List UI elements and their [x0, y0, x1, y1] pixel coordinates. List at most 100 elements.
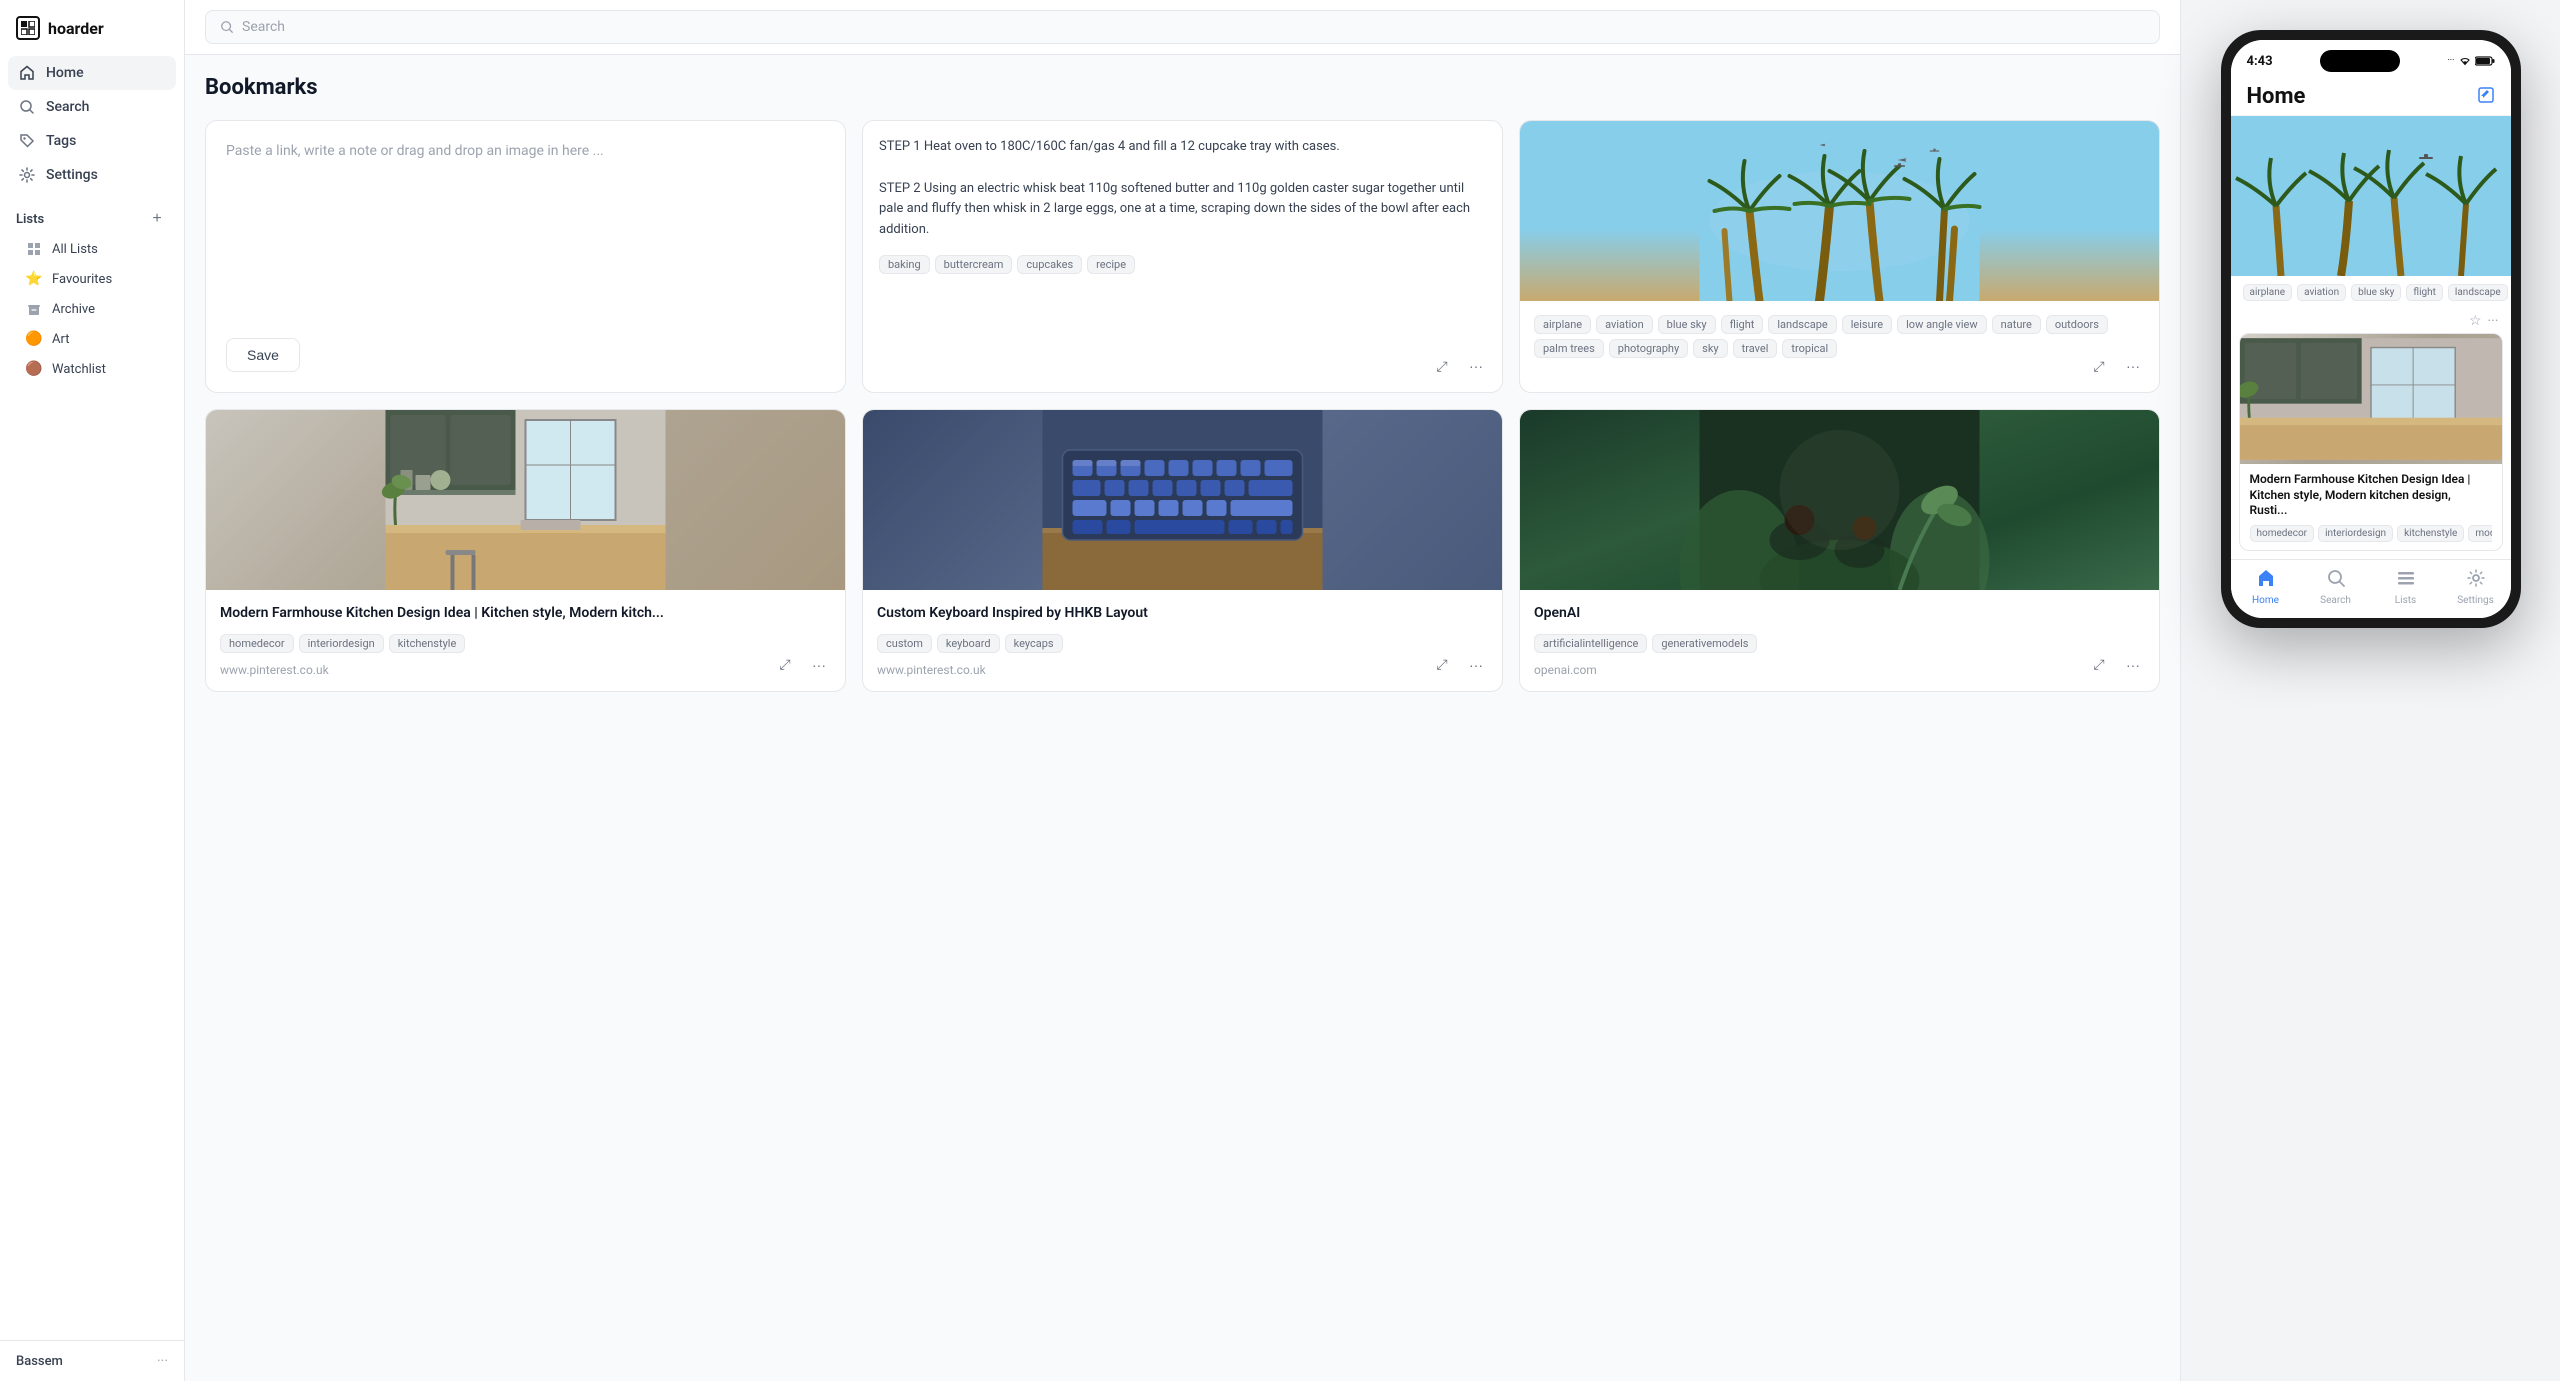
lists-heading: Lists: [16, 212, 44, 227]
sidebar-footer: Bassem ···: [0, 1340, 184, 1381]
recipe-more-button[interactable]: ···: [1462, 352, 1490, 380]
all-lists-label: All Lists: [52, 242, 98, 257]
phone-tag-homedecor[interactable]: homedecor: [2250, 525, 2315, 542]
sidebar-item-tags[interactable]: Tags: [8, 124, 176, 158]
save-button[interactable]: Save: [226, 338, 300, 372]
tag-nature[interactable]: nature: [1992, 315, 2041, 334]
tag-blue-sky[interactable]: blue sky: [1658, 315, 1716, 334]
keyboard-tags: custom keyboard keycaps: [877, 634, 1488, 653]
phone-edit-button[interactable]: [2477, 86, 2495, 108]
settings-icon: [18, 166, 36, 184]
phone-nav-home[interactable]: Home: [2231, 568, 2301, 606]
recipe-content: STEP 1 Heat oven to 180C/160C fan/gas 4 …: [879, 137, 1486, 241]
phone-tag-airplane[interactable]: airplane: [2243, 284, 2293, 301]
phone-palm-card: airplane aviation blue sky flight landsc…: [2231, 116, 2511, 333]
phone-settings-nav-icon: [2466, 568, 2486, 593]
phone-tag-landscape[interactable]: landscape: [2448, 284, 2508, 301]
phone-tag-blue-sky[interactable]: blue sky: [2351, 284, 2401, 301]
tag-interiordesign[interactable]: interiordesign: [299, 634, 384, 653]
phone-bottom-nav: Home Search: [2231, 559, 2511, 618]
tag-airplane[interactable]: airplane: [1534, 315, 1591, 334]
phone-tag-aviation[interactable]: aviation: [2297, 284, 2346, 301]
tag-travel[interactable]: travel: [1733, 339, 1778, 358]
phone-header: Home: [2231, 76, 2511, 116]
app-name: hoarder: [48, 19, 104, 38]
tag-homedecor[interactable]: homedecor: [220, 634, 294, 653]
recipe-expand-button[interactable]: ⤢: [1428, 352, 1456, 380]
tag-baking[interactable]: baking: [879, 255, 930, 274]
tag-ai[interactable]: artificialintelligence: [1534, 634, 1647, 653]
tag-low-angle-view[interactable]: low angle view: [1897, 315, 1987, 334]
keyboard-expand-button[interactable]: ⤢: [1428, 651, 1456, 679]
recipe-card-actions: ⤢ ···: [1428, 352, 1490, 380]
phone-palm-tags: airplane aviation blue sky flight landsc…: [2231, 276, 2511, 309]
battery-icon: [2475, 56, 2495, 66]
wifi-icon: [2458, 56, 2472, 66]
openai-card-title: OpenAI: [1534, 604, 2145, 624]
tag-sky[interactable]: sky: [1693, 339, 1727, 358]
palm-trees-image: [1520, 121, 2159, 301]
content-area: Bookmarks Paste a link, write a note or …: [185, 55, 2180, 1381]
tag-aviation[interactable]: aviation: [1596, 315, 1653, 334]
tags-icon: [18, 132, 36, 150]
phone-nav-settings[interactable]: Settings: [2441, 568, 2511, 606]
sidebar-item-watchlist[interactable]: 🟤 Watchlist: [16, 354, 168, 384]
tag-tropical[interactable]: tropical: [1782, 339, 1837, 358]
phone-tag-kitchenstyle[interactable]: kitchenstyle: [2397, 525, 2464, 542]
keyboard-card-title: Custom Keyboard Inspired by HHKB Layout: [877, 604, 1488, 624]
openai-card-actions: ⤢ ···: [2085, 651, 2147, 679]
palm-more-button[interactable]: ···: [2119, 352, 2147, 380]
footer-menu-button[interactable]: ···: [157, 1353, 168, 1369]
tag-kitchenstyle[interactable]: kitchenstyle: [389, 634, 466, 653]
openai-expand-button[interactable]: ⤢: [2085, 651, 2113, 679]
tag-recipe[interactable]: recipe: [1087, 255, 1135, 274]
phone-home-icon: [2256, 568, 2276, 593]
sidebar-item-archive[interactable]: Archive: [16, 294, 168, 324]
kitchen-more-button[interactable]: ···: [805, 651, 833, 679]
tag-photography[interactable]: photography: [1609, 339, 1688, 358]
kitchen-card: Modern Farmhouse Kitchen Design Idea | K…: [205, 409, 846, 692]
phone-status-icons: ···: [2447, 56, 2494, 66]
new-bookmark-placeholder[interactable]: Paste a link, write a note or drag and d…: [226, 141, 825, 338]
recipe-tags: baking buttercream cupcakes recipe: [879, 255, 1486, 274]
keyboard-more-button[interactable]: ···: [1462, 651, 1490, 679]
openai-more-button[interactable]: ···: [2119, 651, 2147, 679]
tag-buttercream[interactable]: buttercream: [935, 255, 1013, 274]
phone-kitchen-image: [2240, 334, 2502, 464]
openai-card-body: OpenAI artificialintelligence generative…: [1520, 590, 2159, 691]
phone-more-button[interactable]: ···: [2488, 313, 2499, 329]
search-bar[interactable]: Search: [205, 10, 2160, 44]
tag-leisure[interactable]: leisure: [1842, 315, 1892, 334]
tag-generative[interactable]: generativemodels: [1652, 634, 1757, 653]
tag-keycaps[interactable]: keycaps: [1005, 634, 1063, 653]
sidebar-item-search[interactable]: Search: [8, 90, 176, 124]
tag-outdoors[interactable]: outdoors: [2046, 315, 2108, 334]
keyboard-image: [863, 410, 1502, 590]
phone-nav-settings-label: Settings: [2457, 595, 2494, 606]
tag-custom[interactable]: custom: [877, 634, 932, 653]
main-content: Search Bookmarks Paste a link, write a n…: [185, 0, 2180, 1381]
sidebar-item-art[interactable]: 🟠 Art: [16, 324, 168, 354]
sidebar-item-favourites[interactable]: ⭐ Favourites: [16, 264, 168, 294]
sidebar-item-home[interactable]: Home: [8, 56, 176, 90]
sidebar-item-settings[interactable]: Settings: [8, 158, 176, 192]
phone-star-button[interactable]: ☆: [2469, 313, 2482, 329]
home-label: Home: [46, 65, 84, 81]
phone-nav-lists[interactable]: Lists: [2371, 568, 2441, 606]
palm-expand-button[interactable]: ⤢: [2085, 352, 2113, 380]
tag-flight[interactable]: flight: [1721, 315, 1764, 334]
tag-landscape[interactable]: landscape: [1768, 315, 1836, 334]
bookmarks-grid: Paste a link, write a note or drag and d…: [205, 120, 2160, 692]
sidebar-item-all-lists[interactable]: All Lists: [16, 234, 168, 264]
recipe-card-text: STEP 1 Heat oven to 180C/160C fan/gas 4 …: [863, 121, 1502, 300]
phone-nav-search[interactable]: Search: [2301, 568, 2371, 606]
kitchen-expand-button[interactable]: ⤢: [771, 651, 799, 679]
phone-tag-flight[interactable]: flight: [2406, 284, 2443, 301]
add-list-button[interactable]: +: [146, 208, 168, 230]
art-icon: 🟠: [26, 331, 42, 347]
tag-palm-trees[interactable]: palm trees: [1534, 339, 1604, 358]
phone-tag-interiordesign[interactable]: interiordesign: [2318, 525, 2393, 542]
tag-keyboard[interactable]: keyboard: [937, 634, 1000, 653]
phone-tag-modern[interactable]: modern: [2468, 525, 2491, 542]
tag-cupcakes[interactable]: cupcakes: [1017, 255, 1082, 274]
